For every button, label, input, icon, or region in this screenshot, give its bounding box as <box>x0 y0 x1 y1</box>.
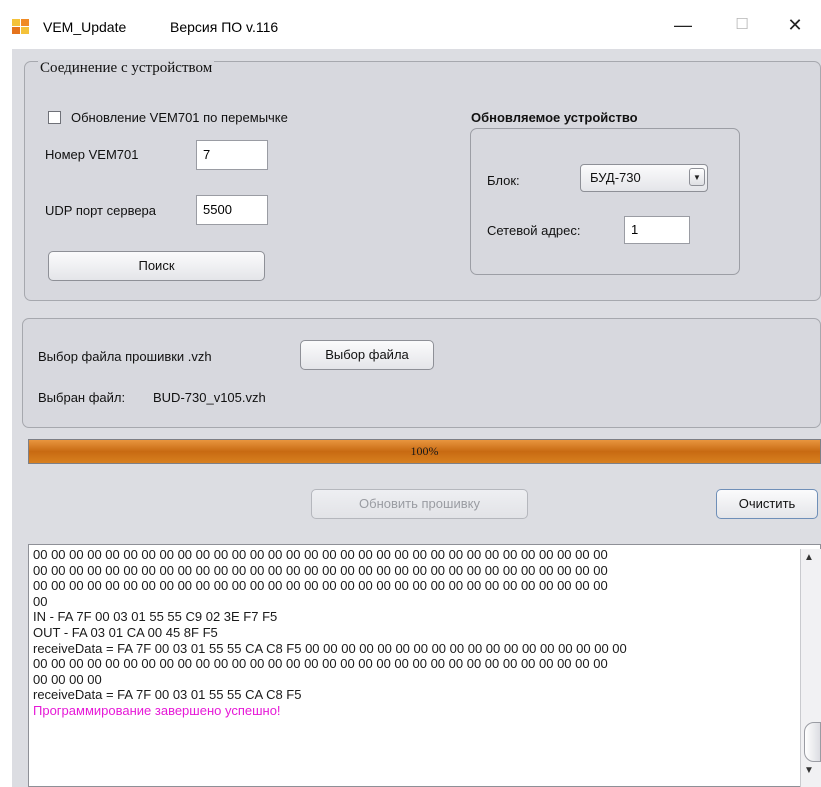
select-file-button[interactable]: Выбор файла <box>300 340 434 370</box>
progress-text: 100% <box>410 444 439 458</box>
log-line: receiveData = FA 7F 00 03 01 55 55 CA C8… <box>33 640 627 656</box>
log-line: 00 00 00 00 00 00 00 00 00 00 00 00 00 0… <box>33 578 608 594</box>
device-group <box>470 128 740 275</box>
jumper-update-label: Обновление VEM701 по перемычке <box>71 110 288 125</box>
log-line: 00 <box>33 593 48 609</box>
log-text: 00 00 00 00 00 00 00 00 00 00 00 00 00 0… <box>33 547 793 719</box>
network-address-input[interactable]: 1 <box>624 216 690 244</box>
log-success-message: Программирование завершено успешно! <box>33 702 281 718</box>
scroll-up-icon[interactable]: ▲ <box>804 552 814 563</box>
log-line: 00 00 00 00 00 00 00 00 00 00 00 00 00 0… <box>33 656 608 672</box>
app-icon <box>12 19 30 35</box>
update-firmware-button[interactable]: Обновить прошивку <box>311 489 528 519</box>
network-address-label: Сетевой адрес: <box>487 223 581 238</box>
file-panel <box>22 318 821 428</box>
scroll-thumb[interactable] <box>804 722 821 762</box>
clear-button[interactable]: Очистить <box>716 489 818 519</box>
firmware-select-label: Выбор файла прошивки .vzh <box>38 349 212 364</box>
log-line: 00 00 00 00 00 00 00 00 00 00 00 00 00 0… <box>33 562 608 578</box>
connection-legend: Соединение с устройством <box>38 60 215 77</box>
udp-port-label: UDP порт сервера <box>45 203 157 218</box>
selected-file-label: Выбран файл: <box>38 390 126 405</box>
selected-file-name: BUD-730_v105.vzh <box>153 390 266 405</box>
block-label: Блок: <box>487 173 520 188</box>
jumper-update-checkbox[interactable] <box>48 111 61 124</box>
chevron-down-icon[interactable]: ▼ <box>689 168 705 186</box>
search-button[interactable]: Поиск <box>48 251 265 281</box>
window-title: VEM_Update <box>43 19 127 35</box>
log-line: OUT - FA 03 01 CA 00 45 8F F5 <box>33 624 218 640</box>
version-label: Версия ПО v.116 <box>170 19 279 35</box>
title-bar[interactable]: VEM_Update Версия ПО v.116 — ☐ ✕ <box>0 0 821 52</box>
maximize-button[interactable]: ☐ <box>727 12 757 38</box>
device-heading: Обновляемое устройство <box>471 110 638 125</box>
log-line: receiveData = FA 7F 00 03 01 55 55 CA C8… <box>33 687 302 703</box>
scroll-down-icon[interactable]: ▼ <box>804 765 814 776</box>
block-select-value: БУД-730 <box>590 170 641 185</box>
vem-number-input[interactable]: 7 <box>196 140 268 170</box>
log-line: 00 00 00 00 00 00 00 00 00 00 00 00 00 0… <box>33 547 608 562</box>
udp-port-input[interactable]: 5500 <box>196 195 268 225</box>
minimize-button[interactable]: — <box>668 12 698 38</box>
log-line: 00 00 00 00 <box>33 671 102 687</box>
log-line: IN - FA 7F 00 03 01 55 55 C9 02 3E F7 F5 <box>33 609 278 625</box>
vem-number-label: Номер VEM701 <box>45 147 139 162</box>
close-button[interactable]: ✕ <box>780 12 810 38</box>
